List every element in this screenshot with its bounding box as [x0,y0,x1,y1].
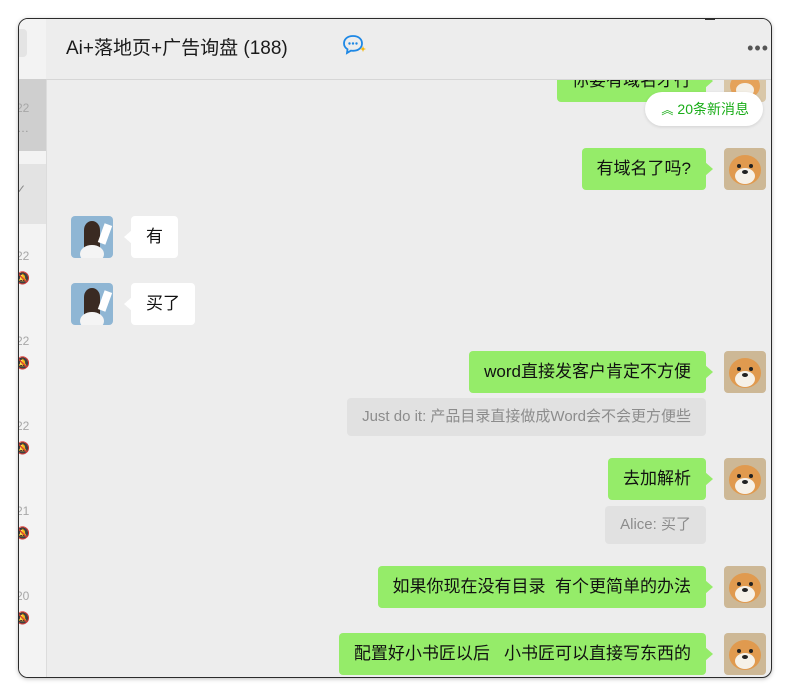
my-avatar[interactable] [724,566,766,608]
session-item[interactable]: 22 🔕 [19,314,46,386]
my-avatar[interactable] [724,458,766,500]
message-row: 有 [46,216,771,260]
session-item[interactable]: 22 🔕 [19,229,46,301]
contact-avatar[interactable] [71,216,113,258]
message-row: 去加解析 [46,458,771,502]
message-row: 有域名了吗? [46,148,771,192]
search-box-edge[interactable] [19,29,27,57]
my-avatar[interactable] [724,351,766,393]
session-time: 22 [19,101,30,115]
session-time: 22 [19,419,30,433]
mute-icon: 🔕 [19,526,30,540]
message-bubble[interactable]: 有 [124,216,178,258]
session-preview: ✓ [19,182,26,196]
chat-title[interactable]: Ai+落地页+广告询盘 (188) [66,33,288,60]
session-time: 22 [19,334,30,348]
message-row: 配置好小书匠以后 小书匠可以直接写东西的 [46,633,771,677]
group-chat-icon[interactable] [342,34,368,56]
session-item[interactable]: 20 🔕 [19,569,46,641]
my-avatar[interactable] [724,633,766,675]
quoted-message[interactable]: Alice: 买了 [605,506,706,544]
session-item[interactable]: 22 … [19,79,46,151]
message-bubble[interactable]: 配置好小书匠以后 小书匠可以直接写东西的 [338,633,714,675]
more-options-button[interactable]: ••• [747,39,769,57]
message-row: 如果你现在没有目录 有个更简单的办法 [46,566,771,610]
session-preview: … [18,121,29,135]
chat-header: Ai+落地页+广告询盘 (188) ••• [46,19,771,80]
double-chevron-up-icon: ︽ [661,103,674,117]
quoted-message[interactable]: Just do it: 产品目录直接做成Word会不会更方便些 [347,398,706,436]
contact-avatar[interactable] [71,283,113,325]
session-time: 21 [19,504,30,518]
window-edge-mark [705,19,715,20]
session-time: 22 [19,249,30,263]
chat-window: 22 … ✓ 22 🔕 22 🔕 22 🔕 21 🔕 20 🔕 Ai+落地页+广… [18,18,772,678]
message-bubble[interactable]: 如果你现在没有目录 有个更简单的办法 [377,566,714,608]
new-messages-button[interactable]: ︽ 20条新消息 [645,92,763,126]
message-list[interactable]: 你要有域名才行 ︽ 20条新消息 有域名了吗? 有 买了 word直接发客户肯定… [46,80,771,677]
mute-icon: 🔕 [19,611,30,625]
session-item[interactable]: ✓ [19,164,46,224]
new-messages-label: 20条新消息 [677,101,749,117]
session-item[interactable]: 21 🔕 [19,484,46,556]
session-item[interactable]: 22 🔕 [19,399,46,471]
my-avatar[interactable] [724,148,766,190]
message-row: 买了 [46,283,771,327]
session-time: 20 [19,589,30,603]
message-bubble[interactable]: word直接发客户肯定不方便 [469,351,713,393]
mute-icon: 🔕 [19,271,30,285]
message-row: word直接发客户肯定不方便 [46,351,771,395]
message-bubble[interactable]: 去加解析 [608,458,713,500]
mute-icon: 🔕 [19,441,30,455]
message-bubble[interactable]: 买了 [124,283,195,325]
message-bubble[interactable]: 有域名了吗? [581,148,714,190]
session-list-strip[interactable]: 22 … ✓ 22 🔕 22 🔕 22 🔕 21 🔕 20 🔕 [19,19,47,677]
mute-icon: 🔕 [19,356,30,370]
